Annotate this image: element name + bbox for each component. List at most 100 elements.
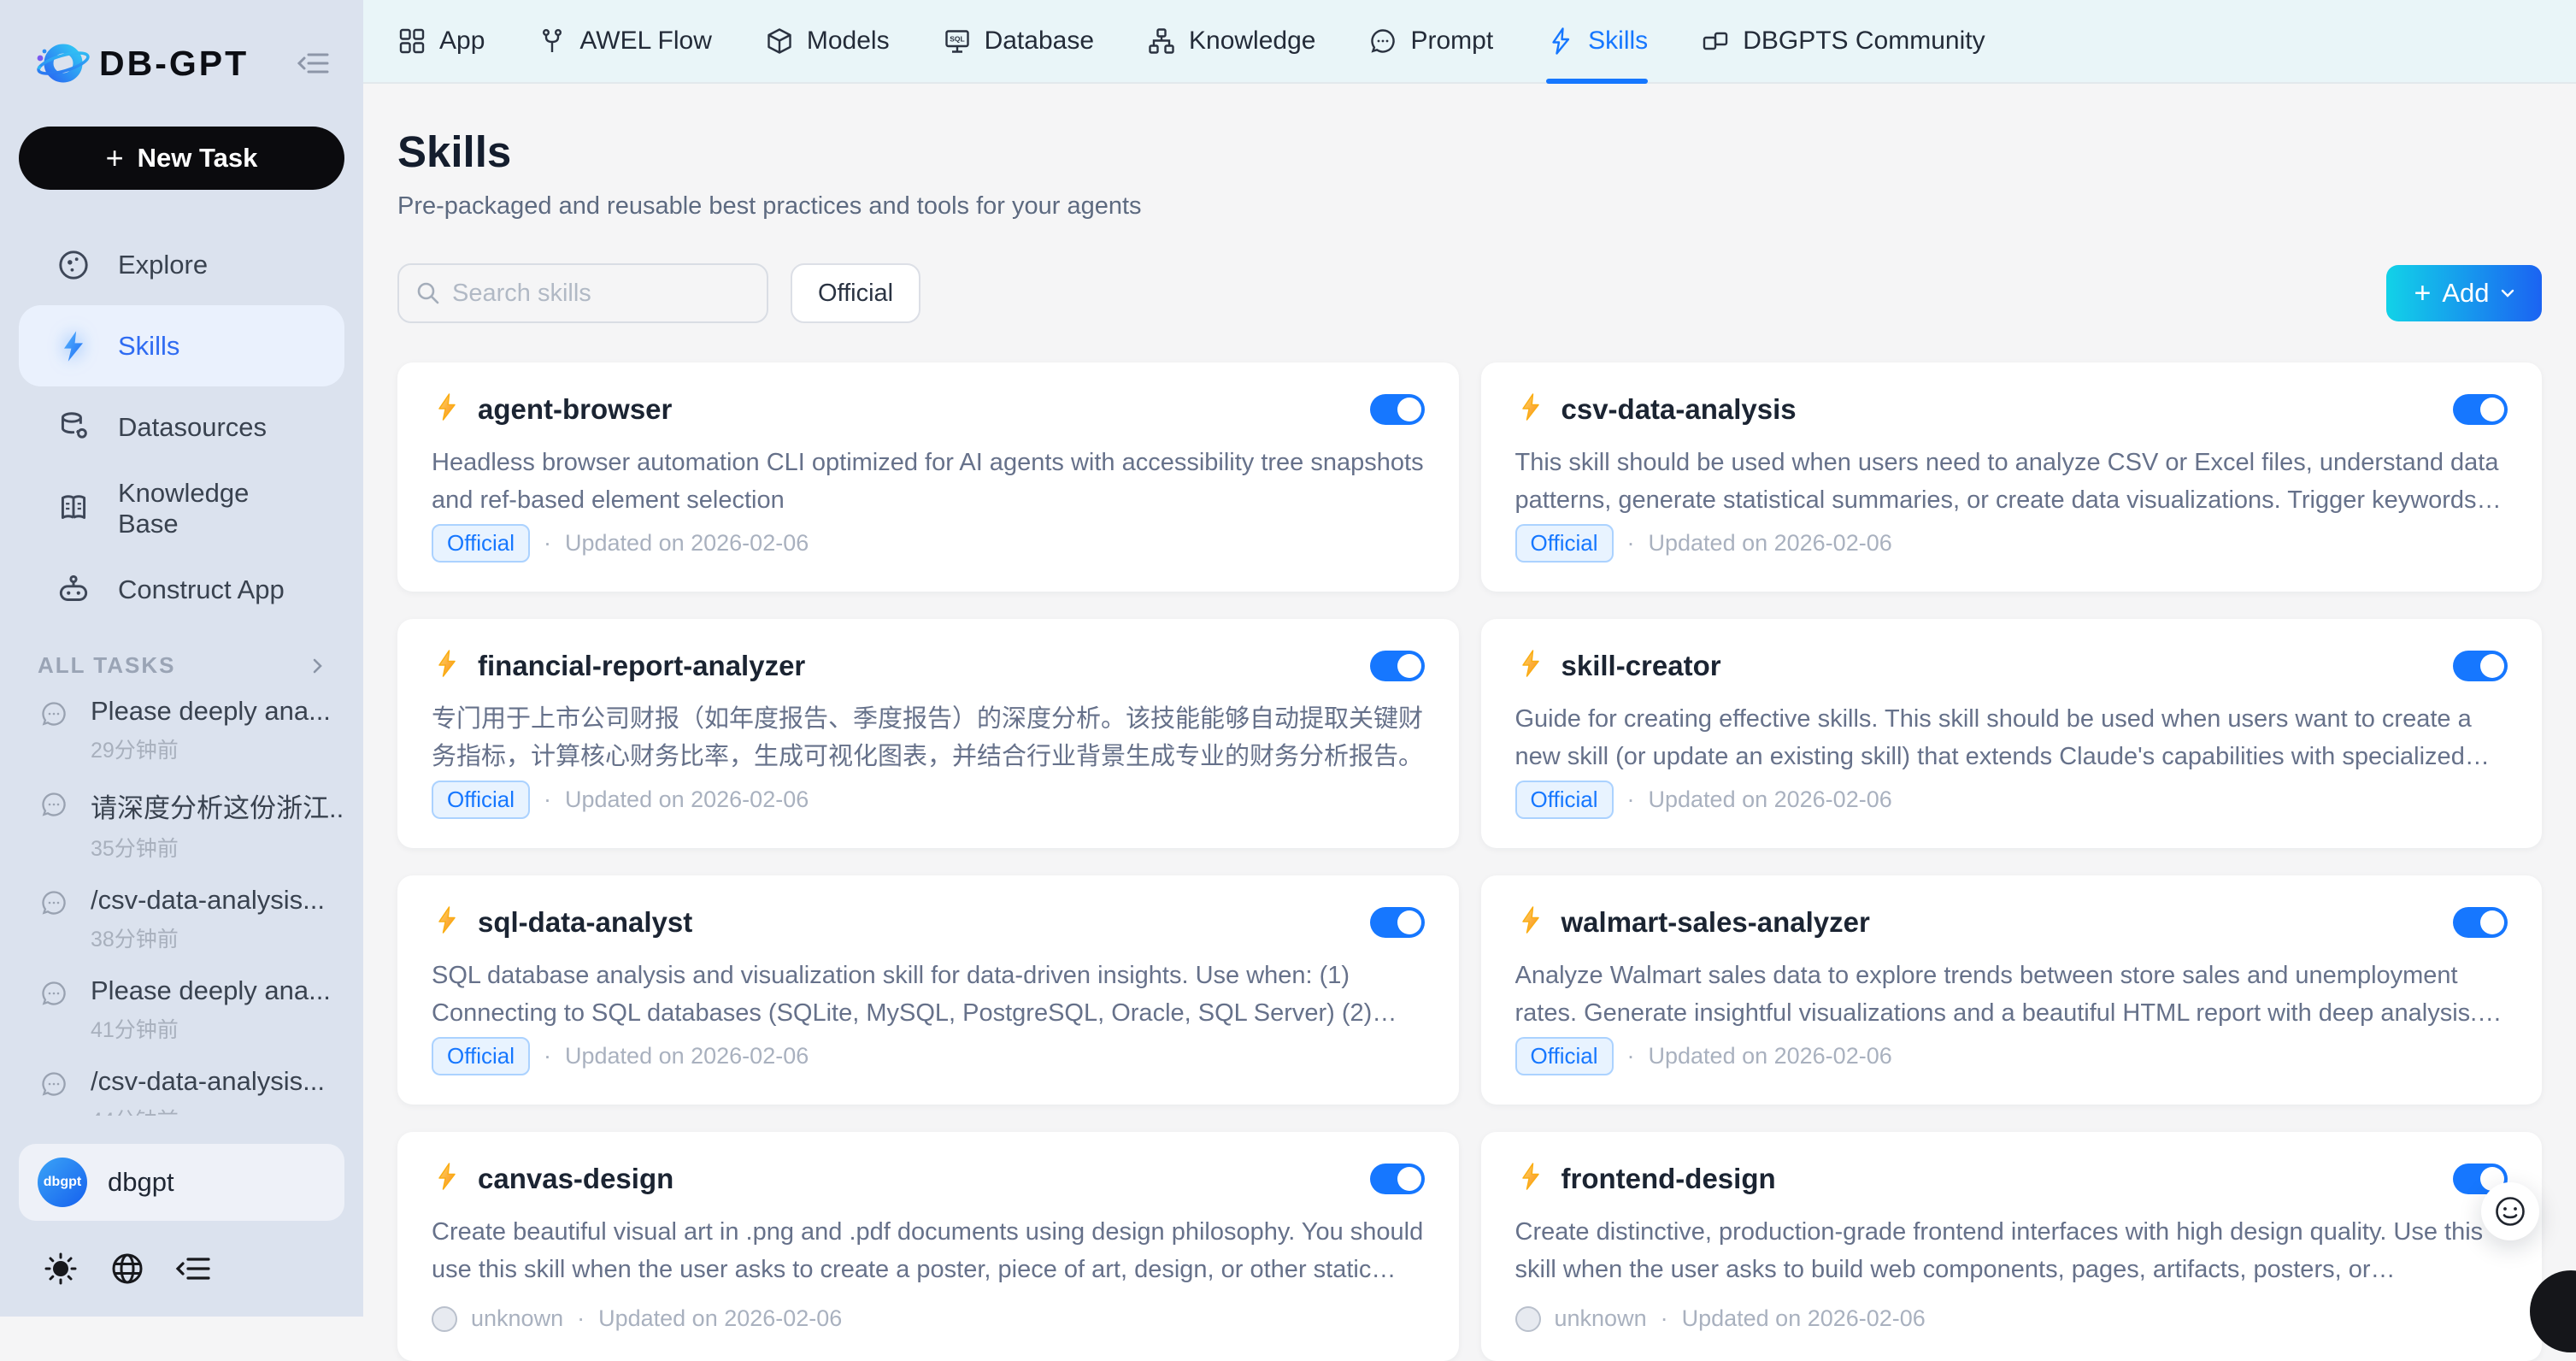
feedback-smiley-button[interactable] bbox=[2481, 1182, 2539, 1240]
sidebar-item-datasources[interactable]: Datasources bbox=[19, 386, 344, 468]
new-task-button[interactable]: + New Task bbox=[19, 127, 344, 190]
skill-card[interactable]: csv-data-analysisThis skill should be us… bbox=[1481, 362, 2543, 592]
card-header: frontend-design bbox=[1515, 1161, 2508, 1196]
task-list-item[interactable]: Please deeply ana... 41分钟前 bbox=[19, 975, 344, 1044]
card-footer: Official·Updated on 2026-02-06 bbox=[432, 524, 1425, 563]
tab-app[interactable]: App bbox=[397, 0, 485, 82]
tab-label: App bbox=[439, 27, 485, 56]
flow-branch-icon bbox=[538, 27, 567, 56]
tab-skills[interactable]: Skills bbox=[1546, 0, 1648, 82]
tab-awel-flow[interactable]: AWEL Flow bbox=[538, 0, 711, 82]
task-list-item[interactable]: Please deeply ana...29分钟前 bbox=[19, 696, 344, 764]
add-label: Add bbox=[2442, 278, 2489, 309]
skill-description: 专门用于上市公司财报（如年度报告、季度报告）的深度分析。该技能能够自动提取关键财… bbox=[432, 700, 1425, 775]
skill-card[interactable]: financial-report-analyzer 专门用于上市公司财报（如年度报… bbox=[397, 619, 1459, 848]
sidebar-item-label: Knowledge Base bbox=[118, 478, 309, 539]
blocks-icon bbox=[1701, 27, 1730, 56]
cube-icon bbox=[765, 27, 794, 56]
bolt-icon bbox=[432, 1161, 462, 1196]
page-title: Skills bbox=[397, 127, 2542, 177]
toggle-knob bbox=[1397, 398, 1421, 421]
skill-card[interactable]: skill-creatorGuide for creating effectiv… bbox=[1481, 619, 2543, 848]
user-name: dbgpt bbox=[108, 1167, 174, 1198]
task-list-item[interactable]: /csv-data-analysis...38分钟前 bbox=[19, 885, 344, 953]
search-box[interactable] bbox=[397, 263, 768, 323]
updated-text: Updated on 2026-02-06 bbox=[565, 1043, 809, 1069]
skill-card[interactable]: sql-data-analystSQL database analysis an… bbox=[397, 875, 1459, 1105]
theme-sun-icon[interactable] bbox=[41, 1249, 80, 1288]
skill-description: SQL database analysis and visualization … bbox=[432, 957, 1425, 1032]
dot-separator: · bbox=[544, 530, 551, 557]
chat-bubble-icon bbox=[39, 979, 68, 1008]
skill-description: Create beautiful visual art in .png and … bbox=[432, 1213, 1425, 1288]
skills-grid: agent-browserHeadless browser automation… bbox=[397, 362, 2542, 1361]
skill-toggle[interactable] bbox=[1370, 1164, 1425, 1194]
task-time: 41分钟前 bbox=[91, 1013, 331, 1044]
user-card[interactable]: dbgpt dbgpt bbox=[19, 1144, 344, 1221]
tab-database[interactable]: SQL Database bbox=[943, 0, 1094, 82]
skill-toggle[interactable] bbox=[2453, 907, 2508, 938]
sidebar-item-label: Construct App bbox=[118, 574, 285, 605]
card-footer: Official·Updated on 2026-02-06 bbox=[432, 781, 1425, 819]
top-nav: App AWEL Flow Models SQL Database Knowle… bbox=[363, 0, 2576, 84]
updated-text: Updated on 2026-02-06 bbox=[1682, 1305, 1926, 1332]
book-icon bbox=[55, 490, 92, 527]
official-badge: Official bbox=[1515, 1037, 1614, 1075]
sidebar-item-construct-app[interactable]: Construct App bbox=[19, 549, 344, 630]
sidebar-footer-icons bbox=[0, 1221, 255, 1317]
sidebar-item-skills[interactable]: Skills bbox=[19, 305, 344, 386]
sidebar-collapse-icon[interactable] bbox=[297, 45, 332, 81]
dot-separator: · bbox=[577, 1305, 585, 1332]
language-globe-icon[interactable] bbox=[108, 1249, 147, 1288]
chat-bubble-icon bbox=[39, 790, 68, 819]
skill-card[interactable]: agent-browserHeadless browser automation… bbox=[397, 362, 1459, 592]
skill-description: This skill should be used when users nee… bbox=[1515, 444, 2508, 519]
task-texts: /csv-data-analysis...38分钟前 bbox=[91, 885, 325, 953]
toggle-knob bbox=[1397, 1167, 1421, 1191]
dot-separator: · bbox=[1661, 1305, 1668, 1332]
card-header: financial-report-analyzer bbox=[432, 648, 1425, 683]
plus-icon: + bbox=[106, 143, 124, 174]
skill-toggle[interactable] bbox=[1370, 651, 1425, 681]
sidebar-item-explore[interactable]: Explore bbox=[19, 224, 344, 305]
task-list: Please deeply ana...29分钟前请深度分析这份浙江...35分… bbox=[0, 684, 363, 1116]
task-title: /csv-data-analysis... bbox=[91, 1066, 325, 1097]
official-badge: Official bbox=[1515, 524, 1614, 563]
sidebar-item-label: Skills bbox=[118, 331, 179, 362]
bolt-icon bbox=[1515, 1161, 1546, 1196]
skill-name: frontend-design bbox=[1561, 1163, 1776, 1195]
skill-card[interactable]: canvas-designCreate beautiful visual art… bbox=[397, 1132, 1459, 1361]
dot-separator: · bbox=[1627, 787, 1635, 813]
skill-card[interactable]: frontend-designCreate distinctive, produ… bbox=[1481, 1132, 2543, 1361]
sidebar-item-knowledge-base[interactable]: Knowledge Base bbox=[19, 468, 344, 549]
updated-text: Updated on 2026-02-06 bbox=[565, 530, 809, 557]
skill-toggle[interactable] bbox=[1370, 907, 1425, 938]
tab-dbgpts-community[interactable]: DBGPTS Community bbox=[1701, 0, 1985, 82]
task-time: 29分钟前 bbox=[91, 734, 331, 764]
collapse-sidebar-icon[interactable] bbox=[174, 1249, 214, 1288]
tab-models[interactable]: Models bbox=[765, 0, 890, 82]
dbgpt-logo-icon bbox=[34, 35, 91, 91]
card-header: agent-browser bbox=[432, 392, 1425, 427]
add-button[interactable]: + Add bbox=[2386, 265, 2542, 321]
skill-toggle[interactable] bbox=[2453, 394, 2508, 425]
task-list-item[interactable]: /csv-data-analysis...44分钟前 bbox=[19, 1066, 344, 1116]
card-footer: Official·Updated on 2026-02-06 bbox=[432, 1037, 1425, 1075]
skill-card[interactable]: walmart-sales-analyzerAnalyze Walmart sa… bbox=[1481, 875, 2543, 1105]
controls-row: Official + Add bbox=[397, 263, 2542, 323]
updated-text: Updated on 2026-02-06 bbox=[565, 787, 809, 813]
card-footer: Official·Updated on 2026-02-06 bbox=[1515, 1037, 2508, 1075]
task-title: Please deeply ana... bbox=[91, 975, 331, 1006]
task-list-item[interactable]: 请深度分析这份浙江...35分钟前 bbox=[19, 787, 344, 863]
skill-toggle[interactable] bbox=[1370, 394, 1425, 425]
skill-toggle[interactable] bbox=[2453, 651, 2508, 681]
search-input[interactable] bbox=[452, 280, 743, 308]
task-texts: Please deeply ana... 41分钟前 bbox=[91, 975, 331, 1044]
tab-prompt[interactable]: Prompt bbox=[1368, 0, 1493, 82]
tab-knowledge[interactable]: Knowledge bbox=[1147, 0, 1315, 82]
official-filter-button[interactable]: Official bbox=[791, 263, 920, 323]
updated-text: Updated on 2026-02-06 bbox=[1649, 530, 1892, 557]
tab-label: DBGPTS Community bbox=[1743, 27, 1985, 56]
skills-bolt-icon bbox=[55, 327, 92, 365]
chevron-right-icon[interactable] bbox=[310, 657, 326, 675]
